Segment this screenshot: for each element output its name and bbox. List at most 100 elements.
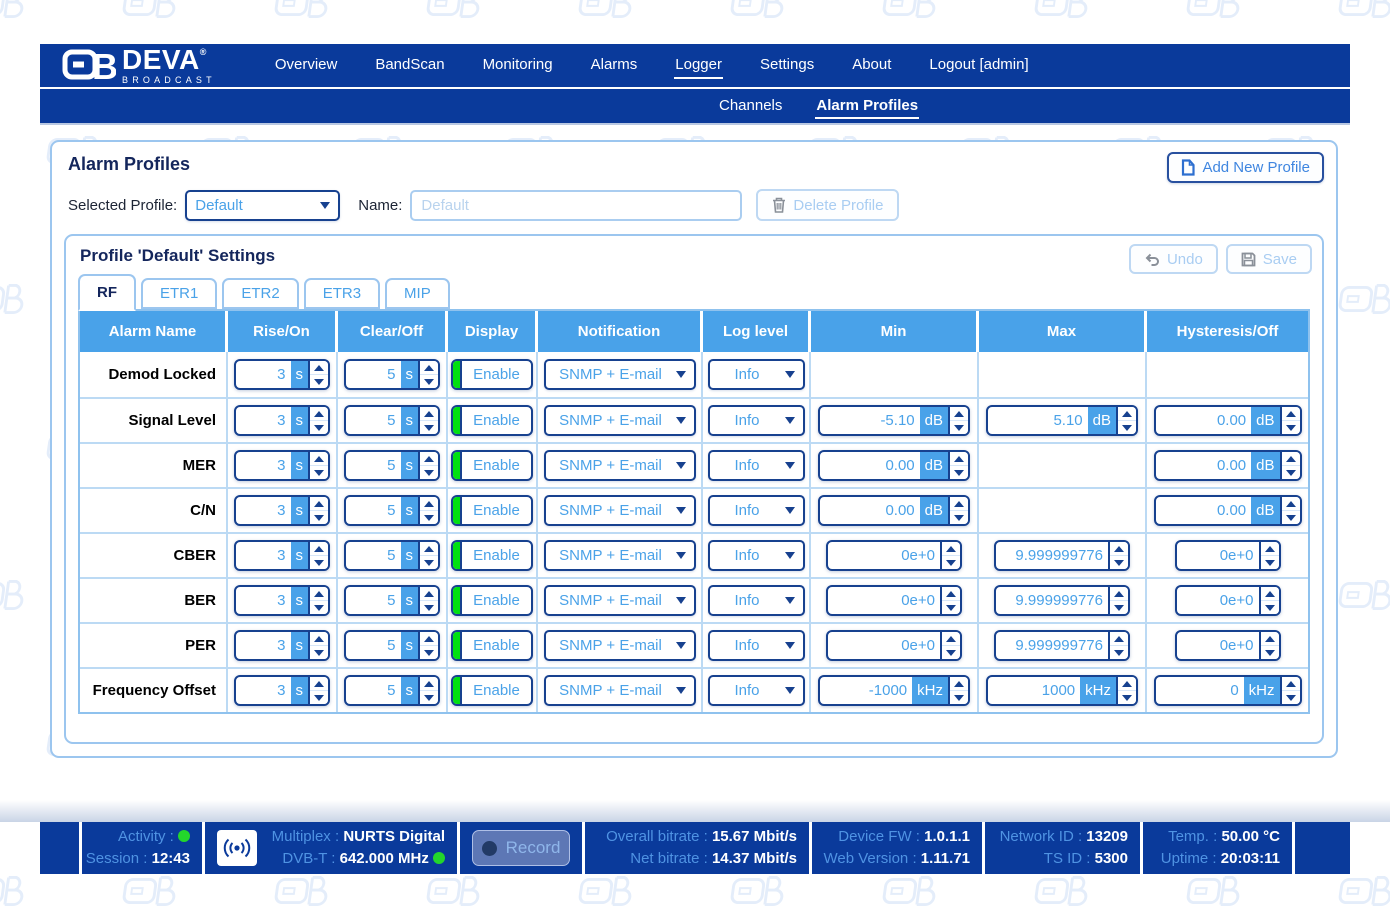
spin-up-button[interactable] xyxy=(950,407,968,421)
spin-down-button[interactable] xyxy=(942,556,960,569)
spin-down-button[interactable] xyxy=(1110,556,1128,569)
max-input[interactable]: 5.10dB xyxy=(986,405,1138,436)
spin-up-button[interactable] xyxy=(1282,452,1300,466)
spin-down-button[interactable] xyxy=(310,691,328,704)
display-enable-toggle[interactable]: Enable xyxy=(451,585,533,616)
spin-up-button[interactable] xyxy=(942,587,960,601)
tab-etr2[interactable]: ETR2 xyxy=(222,278,298,309)
spin-up-button[interactable] xyxy=(1261,587,1279,601)
spin-down-button[interactable] xyxy=(1261,601,1279,614)
rise-on-input[interactable]: 3s xyxy=(234,359,330,390)
undo-button[interactable]: Undo xyxy=(1129,244,1218,274)
hysteresis-input[interactable]: 0.00dB xyxy=(1154,405,1302,436)
notification-select[interactable]: SNMP + E-mail xyxy=(544,405,696,436)
spin-up-button[interactable] xyxy=(310,407,328,421)
spin-up-button[interactable] xyxy=(942,542,960,556)
display-enable-toggle[interactable]: Enable xyxy=(451,630,533,661)
nav-item-monitoring[interactable]: Monitoring xyxy=(482,52,554,79)
spin-up-button[interactable] xyxy=(1110,542,1128,556)
log-level-select[interactable]: Info xyxy=(708,585,805,616)
spin-up-button[interactable] xyxy=(420,497,438,511)
hysteresis-input[interactable]: 0.00dB xyxy=(1154,450,1302,481)
clear-off-input[interactable]: 5s xyxy=(344,585,440,616)
spin-down-button[interactable] xyxy=(1110,646,1128,659)
spin-up-button[interactable] xyxy=(950,677,968,691)
nav-item-logger[interactable]: Logger xyxy=(674,52,723,79)
clear-off-input[interactable]: 5s xyxy=(344,540,440,571)
max-input[interactable]: 9.999999776 xyxy=(994,630,1130,661)
spin-down-button[interactable] xyxy=(420,421,438,434)
display-enable-toggle[interactable]: Enable xyxy=(451,540,533,571)
min-input[interactable]: 0.00dB xyxy=(818,495,970,526)
spin-down-button[interactable] xyxy=(950,511,968,524)
display-enable-toggle[interactable]: Enable xyxy=(451,359,533,390)
min-input[interactable]: 0.00dB xyxy=(818,450,970,481)
clear-off-input[interactable]: 5s xyxy=(344,675,440,706)
add-new-profile-button[interactable]: Add New Profile xyxy=(1167,152,1324,183)
spin-down-button[interactable] xyxy=(310,511,328,524)
spin-up-button[interactable] xyxy=(942,632,960,646)
log-level-select[interactable]: Info xyxy=(708,630,805,661)
rise-on-input[interactable]: 3s xyxy=(234,585,330,616)
notification-select[interactable]: SNMP + E-mail xyxy=(544,359,696,390)
spin-down-button[interactable] xyxy=(942,601,960,614)
hysteresis-input[interactable]: 0e+0 xyxy=(1175,540,1281,571)
log-level-select[interactable]: Info xyxy=(708,450,805,481)
clear-off-input[interactable]: 5s xyxy=(344,495,440,526)
spin-down-button[interactable] xyxy=(310,421,328,434)
spin-down-button[interactable] xyxy=(1282,421,1300,434)
max-input[interactable]: 1000kHz xyxy=(986,675,1138,706)
spin-up-button[interactable] xyxy=(950,452,968,466)
hysteresis-input[interactable]: 0.00dB xyxy=(1154,495,1302,526)
spin-down-button[interactable] xyxy=(950,691,968,704)
nav-item-logout-admin-[interactable]: Logout [admin] xyxy=(928,52,1029,79)
nav-item-about[interactable]: About xyxy=(851,52,892,79)
min-input[interactable]: -5.10dB xyxy=(818,405,970,436)
record-button[interactable]: Record xyxy=(472,830,570,866)
rise-on-input[interactable]: 3s xyxy=(234,405,330,436)
profile-name-input[interactable] xyxy=(410,190,742,221)
spin-up-button[interactable] xyxy=(420,542,438,556)
spin-down-button[interactable] xyxy=(1118,691,1136,704)
spin-down-button[interactable] xyxy=(942,646,960,659)
hysteresis-input[interactable]: 0kHz xyxy=(1154,675,1302,706)
max-input[interactable]: 9.999999776 xyxy=(994,540,1130,571)
spin-up-button[interactable] xyxy=(1261,542,1279,556)
spin-up-button[interactable] xyxy=(310,542,328,556)
spin-up-button[interactable] xyxy=(310,361,328,375)
notification-select[interactable]: SNMP + E-mail xyxy=(544,450,696,481)
clear-off-input[interactable]: 5s xyxy=(344,630,440,661)
min-input[interactable]: 0e+0 xyxy=(826,630,962,661)
tab-etr1[interactable]: ETR1 xyxy=(141,278,217,309)
spin-up-button[interactable] xyxy=(1282,497,1300,511)
nav-item-settings[interactable]: Settings xyxy=(759,52,815,79)
spin-down-button[interactable] xyxy=(310,375,328,388)
spin-up-button[interactable] xyxy=(1282,407,1300,421)
spin-down-button[interactable] xyxy=(420,466,438,479)
notification-select[interactable]: SNMP + E-mail xyxy=(544,585,696,616)
rise-on-input[interactable]: 3s xyxy=(234,495,330,526)
min-input[interactable]: 0e+0 xyxy=(826,540,962,571)
spin-up-button[interactable] xyxy=(1110,587,1128,601)
spin-up-button[interactable] xyxy=(310,452,328,466)
display-enable-toggle[interactable]: Enable xyxy=(451,675,533,706)
spin-up-button[interactable] xyxy=(310,677,328,691)
nav-item-overview[interactable]: Overview xyxy=(274,52,339,79)
spin-down-button[interactable] xyxy=(1261,646,1279,659)
spin-down-button[interactable] xyxy=(420,646,438,659)
log-level-select[interactable]: Info xyxy=(708,495,805,526)
delete-profile-button[interactable]: Delete Profile xyxy=(756,189,899,221)
hysteresis-input[interactable]: 0e+0 xyxy=(1175,585,1281,616)
notification-select[interactable]: SNMP + E-mail xyxy=(544,540,696,571)
spin-up-button[interactable] xyxy=(310,497,328,511)
log-level-select[interactable]: Info xyxy=(708,405,805,436)
tab-etr3[interactable]: ETR3 xyxy=(304,278,380,309)
spin-up-button[interactable] xyxy=(950,497,968,511)
rise-on-input[interactable]: 3s xyxy=(234,675,330,706)
spin-down-button[interactable] xyxy=(420,511,438,524)
clear-off-input[interactable]: 5s xyxy=(344,450,440,481)
spin-down-button[interactable] xyxy=(1261,556,1279,569)
min-input[interactable]: 0e+0 xyxy=(826,585,962,616)
subnav-item-alarm-profiles[interactable]: Alarm Profiles xyxy=(815,94,919,119)
spin-up-button[interactable] xyxy=(420,407,438,421)
